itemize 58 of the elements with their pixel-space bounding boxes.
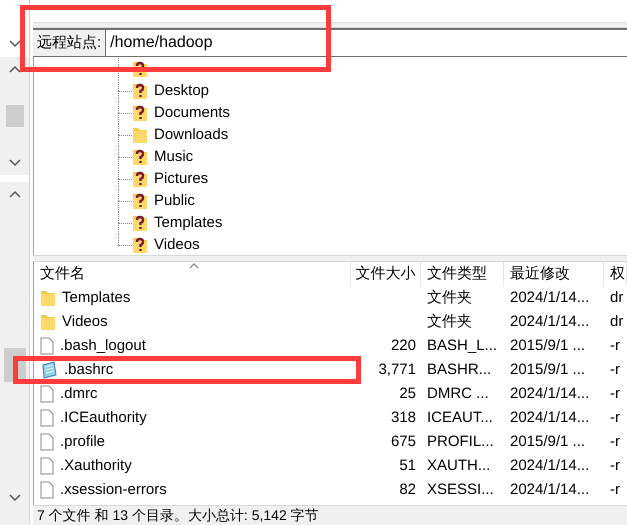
file-type: 文件夹 [427, 312, 472, 330]
column-header[interactable]: 最近修改 [504, 262, 604, 286]
tree-item[interactable]: Music [154, 146, 194, 168]
file-size: 82 [399, 480, 416, 500]
column-header[interactable]: 权 [604, 262, 627, 286]
file-type: BASH_L... [427, 336, 498, 354]
file-size: 220 [390, 336, 416, 356]
modified-date: 2015/9/1 ... [510, 432, 586, 450]
modified-date: 2024/1/14... [510, 288, 590, 306]
file-name[interactable]: Videos [62, 310, 108, 334]
file-size: 25 [399, 384, 416, 404]
file-type: DMRC ... [427, 384, 489, 402]
file-name[interactable]: .xsession-errors [60, 478, 167, 502]
file-name[interactable]: .bashrc [64, 358, 114, 382]
file-type: PROFIL... [427, 432, 494, 450]
remote-site-label: 远程站点: [33, 30, 106, 57]
permissions: -r [610, 408, 620, 426]
tree-item[interactable]: Desktop [154, 80, 210, 102]
file-name[interactable]: .profile [60, 430, 106, 454]
file-type: ICEAUT... [427, 408, 493, 426]
file-size: 51 [399, 456, 416, 476]
modified-date: 2024/1/14... [510, 384, 590, 402]
modified-date: 2024/1/14... [510, 408, 590, 426]
file-name[interactable]: Templates [62, 286, 130, 310]
file-name[interactable]: .dmrc [60, 382, 98, 406]
permissions: -r [610, 360, 620, 378]
modified-date: 2024/1/14... [510, 312, 590, 330]
tree-item[interactable]: Public [154, 190, 195, 212]
file-type: XSESSI... [427, 480, 494, 498]
column-header[interactable]: 文件类型 [421, 262, 504, 286]
tree-item[interactable]: Templates [154, 212, 222, 234]
permissions: -r [610, 456, 620, 474]
file-type: XAUTH... [427, 456, 490, 474]
file-size: 3,771 [378, 360, 416, 380]
modified-date: 2015/9/1 ... [510, 360, 586, 378]
modified-date: 2024/1/14... [510, 456, 590, 474]
tree-item[interactable]: Pictures [154, 168, 208, 190]
file-type: BASHR... [427, 360, 492, 378]
permissions: dr [610, 288, 624, 306]
permissions: -r [610, 384, 620, 402]
file-name[interactable]: .bash_logout [60, 334, 146, 358]
file-type: 文件夹 [427, 288, 472, 306]
permissions: -r [610, 336, 620, 354]
permissions: -r [610, 480, 620, 498]
modified-date: 2024/1/14... [510, 480, 590, 498]
file-size: 675 [390, 432, 416, 452]
tree-item[interactable]: Videos [154, 234, 200, 256]
column-header[interactable]: 文件名 [34, 262, 351, 286]
tree-item[interactable]: Downloads [154, 124, 228, 146]
modified-date: 2015/9/1 ... [510, 336, 586, 354]
column-header[interactable]: 文件大小 [351, 262, 421, 286]
file-size: 318 [390, 408, 416, 428]
file-name[interactable]: .ICEauthority [60, 406, 147, 430]
status-text: 7 个文件 和 13 个目录。大小总计: 5,142 字节 [37, 506, 319, 525]
permissions: -r [610, 432, 620, 450]
permissions: dr [610, 312, 624, 330]
tree-item[interactable]: Documents [154, 102, 230, 124]
file-name[interactable]: .Xauthority [60, 454, 132, 478]
